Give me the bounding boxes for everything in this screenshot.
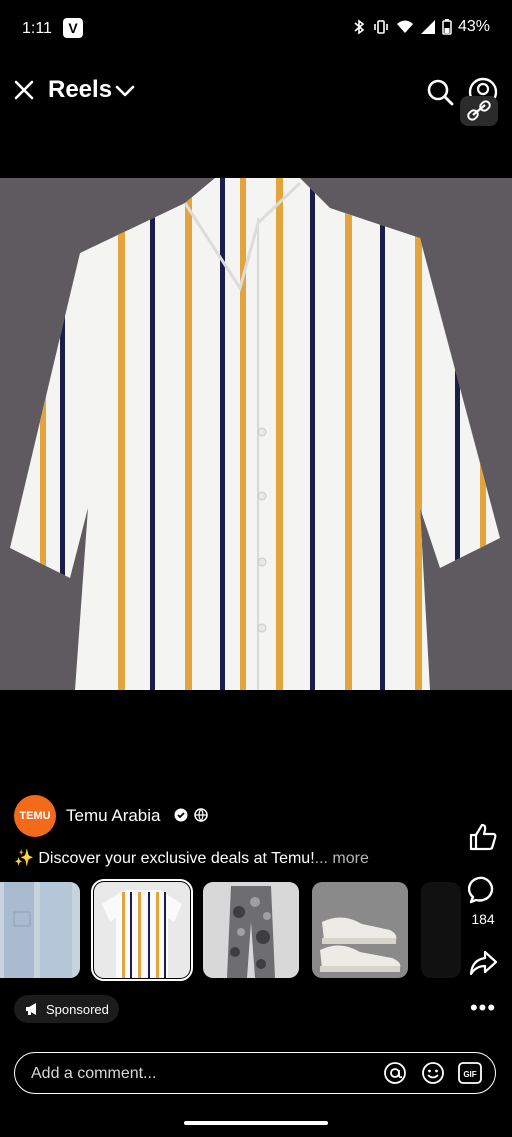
shirt-image <box>0 178 512 690</box>
bluetooth-icon <box>354 19 365 35</box>
status-time: 1:11 <box>22 20 52 37</box>
megaphone-icon <box>26 1003 36 1015</box>
product-camo-pants[interactable] <box>203 882 299 978</box>
sponsored-badge: Sponsored <box>14 995 119 1023</box>
app-badge-icon: V <box>63 18 83 38</box>
product-jeans[interactable] <box>0 882 80 978</box>
link-button[interactable] <box>460 96 498 126</box>
sponsored-label: Sponsored <box>46 1001 109 1017</box>
chevron-down-icon[interactable] <box>114 80 136 102</box>
wifi-icon <box>396 20 413 33</box>
caption-text: ✨ Discover your exclusive deals at Temu! <box>14 850 315 867</box>
signal-icon <box>420 20 435 34</box>
globe-icon <box>194 808 208 822</box>
battery-icon <box>442 19 452 35</box>
camo-pants-thumbnail <box>203 882 299 978</box>
home-indicator[interactable] <box>184 1121 328 1125</box>
close-icon[interactable] <box>12 78 36 102</box>
comment-count: 184 <box>471 911 495 927</box>
striped-shirt-thumbnail <box>94 882 190 978</box>
reel-media[interactable] <box>0 178 512 690</box>
like-icon[interactable] <box>468 822 498 852</box>
status-right: 43% <box>352 18 490 36</box>
more-icon[interactable]: ••• <box>468 995 498 1020</box>
reels-header: Reels <box>0 70 512 114</box>
sneakers-thumbnail <box>312 882 408 978</box>
jeans-thumbnail <box>0 882 80 978</box>
product-sneakers[interactable] <box>312 882 408 978</box>
status-bar: 1:11 V 43% <box>0 0 512 60</box>
emoji-icon[interactable] <box>421 1061 445 1085</box>
at-icon[interactable] <box>383 1061 407 1085</box>
verified-icon <box>174 808 188 822</box>
svg-text:GIF: GIF <box>463 1070 476 1079</box>
share-icon[interactable] <box>468 948 498 978</box>
vibrate-icon <box>374 20 388 34</box>
product-next-partial[interactable] <box>421 882 461 978</box>
page-title[interactable]: Reels <box>48 76 112 104</box>
search-icon[interactable] <box>426 78 454 106</box>
avatar[interactable]: TEMU <box>14 795 56 837</box>
gif-icon[interactable]: GIF <box>458 1062 482 1084</box>
link-icon <box>467 100 491 121</box>
comment-icon[interactable] <box>468 875 498 905</box>
product-striped-shirt[interactable] <box>91 879 193 981</box>
battery-percent: 43% <box>457 18 490 35</box>
post-caption[interactable]: ✨ Discover your exclusive deals at Temu!… <box>14 848 369 868</box>
author-name[interactable]: Temu Arabia <box>66 806 161 826</box>
comment-bar: GIF <box>14 1052 496 1094</box>
next-product-thumbnail <box>421 882 461 978</box>
comment-input[interactable] <box>29 1062 373 1086</box>
caption-more-link[interactable]: ... more <box>315 850 369 867</box>
